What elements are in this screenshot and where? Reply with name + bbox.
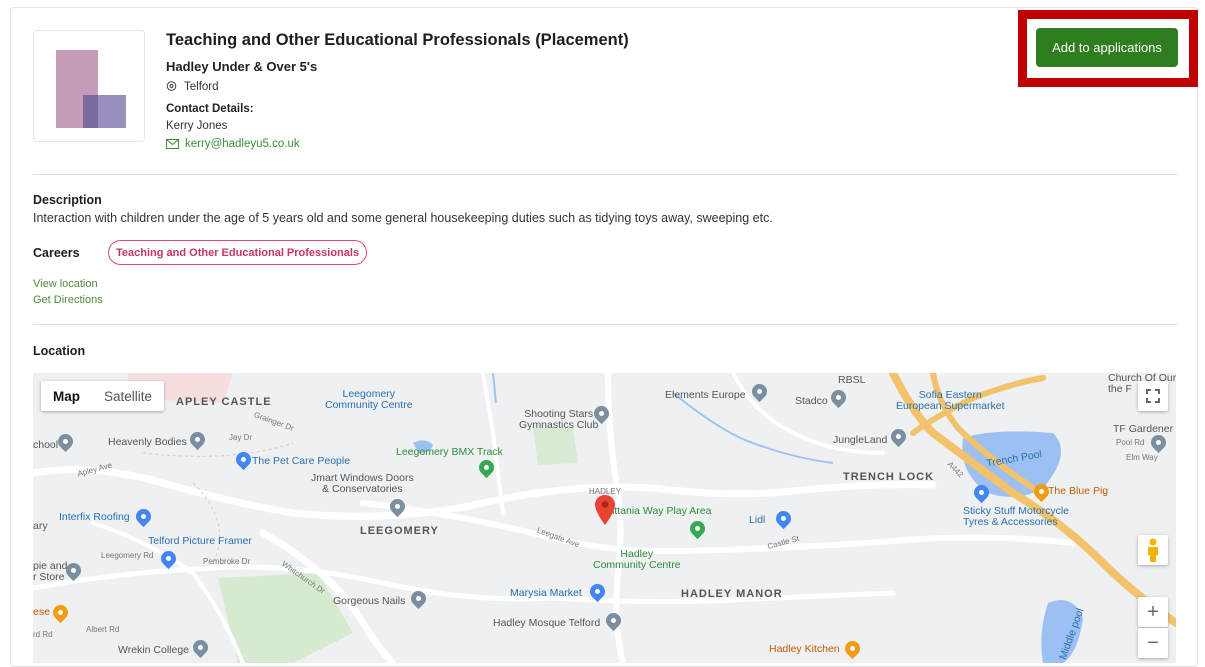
divider	[33, 324, 1177, 325]
map-label: Heavenly Bodies	[108, 436, 187, 448]
map-label: The Pet Care People	[252, 455, 351, 467]
map-label: Hadley Community Centre	[593, 548, 681, 571]
fullscreen-icon	[1146, 389, 1160, 403]
employer-logo	[33, 30, 145, 142]
map-label: rd Rd	[33, 630, 53, 639]
map-label: APLEY CASTLE	[176, 396, 272, 408]
fullscreen-button[interactable]	[1138, 381, 1168, 411]
map-label: TF Gardener	[1113, 423, 1174, 435]
career-tag[interactable]: Teaching and Other Educational Professio…	[108, 240, 368, 265]
map-label: pie and r Store	[33, 560, 68, 583]
get-directions-link[interactable]: Get Directions	[33, 294, 103, 306]
map-label: Jmart Windows Doors & Conservatories	[311, 472, 414, 495]
map-label: Albert Rd	[86, 625, 120, 634]
careers-heading: Careers	[33, 246, 80, 260]
map-label: Telford Picture Framer	[148, 535, 252, 547]
map-label: chool	[33, 439, 59, 451]
mail-icon	[166, 139, 179, 149]
map-label: Stadco	[795, 395, 828, 407]
email-link[interactable]: kerry@hadleyu5.co.uk	[166, 138, 300, 150]
map-label: Sofia Eastern European Supermarket	[896, 389, 1005, 412]
map-label: Leegomery Community Centre	[325, 388, 413, 411]
location-text: Telford	[184, 81, 219, 93]
map-label: Shooting Stars Gymnastics Club	[519, 408, 599, 431]
map-label: Elm Way	[1126, 453, 1158, 462]
map-label: Gorgeous Nails	[333, 595, 406, 607]
map-type-satellite-button[interactable]: Satellite	[92, 381, 164, 411]
map-label: The Blue Pig	[1048, 485, 1109, 497]
map-label: Pool Rd	[1116, 438, 1145, 447]
employer-name: Hadley Under & Over 5's	[166, 59, 318, 74]
map-label: Elements Europe	[665, 389, 746, 401]
location-heading: Location	[33, 344, 86, 358]
map-label: Interfix Roofing	[59, 511, 130, 523]
map-label: JungleLand	[833, 434, 888, 446]
pegman-icon	[1148, 538, 1158, 562]
map-label: Wrekin College	[118, 644, 190, 656]
map-label: Sticky Stuff Motorcycle Tyres & Accessor…	[963, 505, 1070, 528]
map-label: Hadley Kitchen	[769, 643, 840, 655]
view-location-link[interactable]: View location	[33, 278, 98, 290]
add-to-applications-button[interactable]: Add to applications	[1036, 28, 1178, 67]
map-type-map-button[interactable]: Map	[41, 381, 92, 411]
map-label: Hadley Mosque Telford	[493, 617, 601, 629]
email-text: kerry@hadleyu5.co.uk	[185, 138, 300, 150]
listing-card: Teaching and Other Educational Professio…	[10, 7, 1198, 667]
map-type-control: Map Satellite	[41, 381, 165, 411]
map-label: ary	[33, 520, 48, 532]
map-label: ittania Way Play Area	[612, 505, 712, 517]
map-label: Leegomery Rd	[101, 551, 154, 560]
street-view-button[interactable]	[1138, 535, 1168, 565]
divider	[33, 174, 1177, 175]
map-label: Jay Dr	[229, 433, 253, 442]
location-marker-icon[interactable]	[595, 495, 615, 525]
map-label: RBSL	[838, 374, 866, 386]
zoom-out-button[interactable]: −	[1138, 628, 1168, 658]
map-label: Lidl	[749, 514, 766, 526]
listing-title: Teaching and Other Educational Professio…	[166, 31, 629, 49]
map-label: Pembroke Dr	[203, 557, 251, 566]
map-label: HADLEY MANOR	[681, 588, 783, 600]
map-label: ese	[33, 606, 50, 618]
map-label: LEEGOMERY	[360, 525, 439, 537]
contact-heading: Contact Details:	[166, 103, 254, 115]
description-heading: Description	[33, 193, 102, 207]
location-row: Telford	[166, 81, 219, 93]
map-label: Marysia Market	[510, 587, 582, 599]
map[interactable]: APLEY CASTLE Leegomery Community Centre …	[33, 373, 1176, 663]
zoom-in-button[interactable]: +	[1138, 597, 1168, 627]
map-label: TRENCH LOCK	[843, 471, 935, 483]
contact-name: Kerry Jones	[166, 120, 228, 132]
description-text: Interaction with children under the age …	[33, 211, 773, 225]
map-label: Leegomery BMX Track	[396, 446, 503, 458]
map-pin-icon	[166, 81, 177, 91]
add-button-highlight: Add to applications	[1018, 10, 1198, 87]
